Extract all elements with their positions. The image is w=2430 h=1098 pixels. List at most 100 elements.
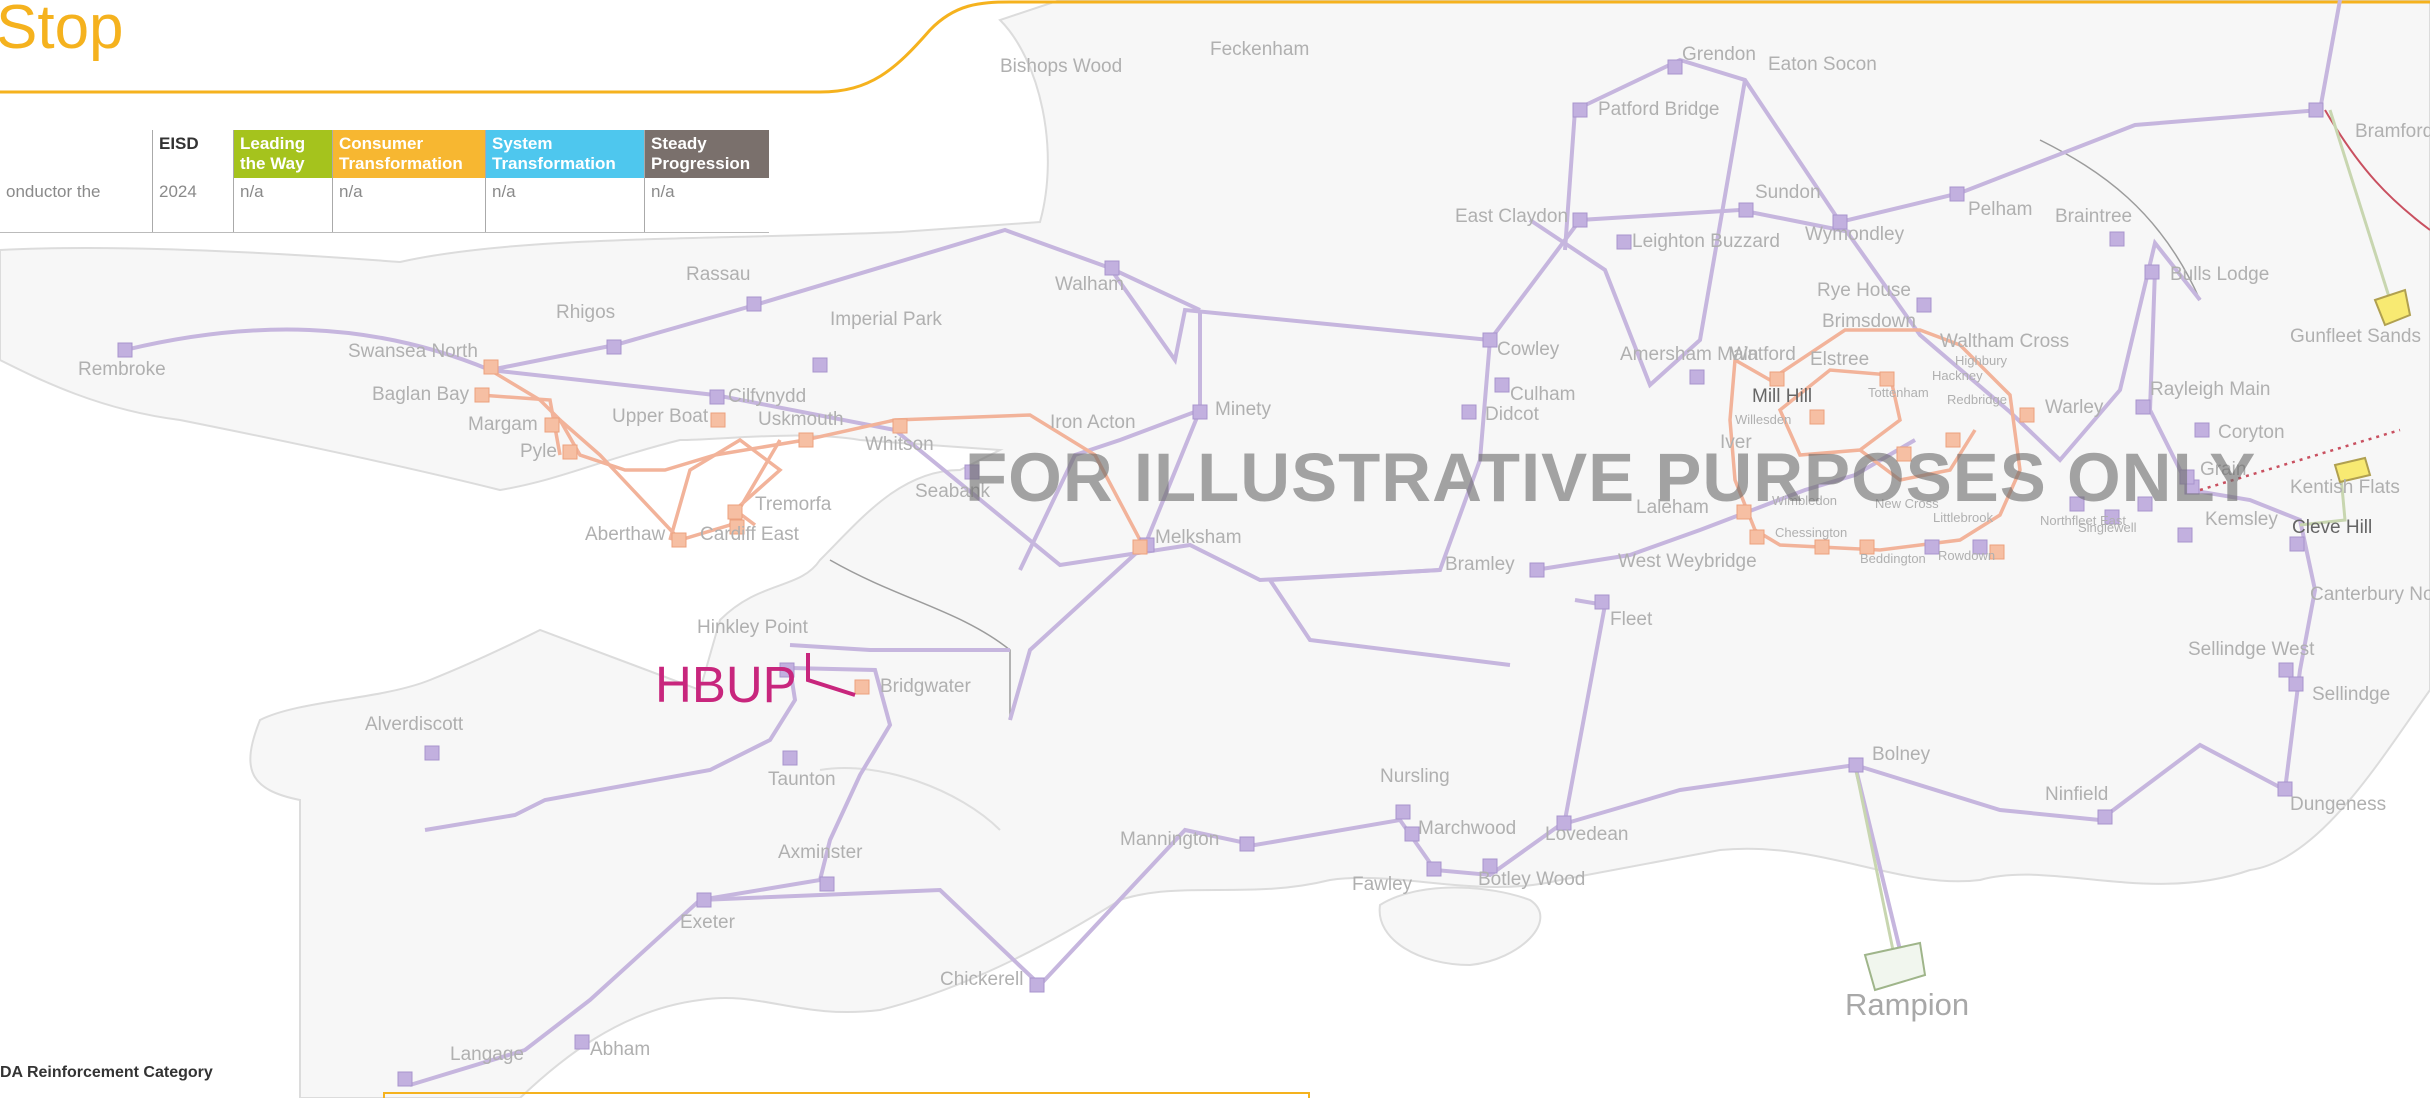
table-cell: onductor the [0, 178, 153, 233]
substation-label: Patford Bridge [1598, 99, 1719, 120]
substation-label: Bolney [1872, 744, 1931, 765]
substation-label: Highbury [1955, 353, 2008, 368]
table-header-blank [0, 130, 153, 178]
substation-label: Chessington [1775, 525, 1847, 540]
substation-label: Rye House [1817, 280, 1911, 301]
substation-label: Aberthaw [585, 524, 666, 545]
substation-label: East Claydon [1455, 206, 1568, 227]
substation-label: Redbridge [1947, 392, 2007, 407]
substation-label: Rembroke [78, 359, 166, 380]
substation-label: Minety [1215, 399, 1271, 420]
watermark-text: FOR ILLUSTRATIVE PURPOSES ONLY [965, 439, 2257, 516]
substation-label: Alverdiscott [365, 714, 464, 735]
substation-label: Culham [1510, 384, 1575, 405]
substation-label: Bramley [1445, 554, 1515, 575]
substation-label: Ninfield [2045, 784, 2108, 805]
substation-label: Whitson [865, 434, 934, 455]
substation-label: Dungeness [2290, 794, 2386, 815]
substation-label: Iron Acton [1050, 412, 1136, 433]
substation-label: Rayleigh Main [2150, 379, 2270, 400]
substation-label: Imperial Park [830, 309, 942, 330]
substation-label: Langage [450, 1044, 524, 1065]
substation-label: Axminster [778, 842, 863, 863]
table-header-leading-the-way: Leading the Way [233, 130, 333, 178]
scenario-table: EISD Leading the Way Consumer Transforma… [0, 130, 769, 233]
substation-label: Exeter [680, 912, 736, 933]
substation-label: Bramford [2355, 121, 2430, 142]
substation-label: Tottenham [1868, 385, 1929, 400]
substation-label: Baglan Bay [372, 384, 470, 405]
substation-label: Feckenham [1210, 39, 1309, 60]
substation-label: Hackney [1932, 368, 1983, 383]
substation-label: Upper Boat [612, 406, 709, 427]
isle-of-wight [1378, 886, 1542, 967]
windfarm-icon [1863, 941, 1927, 992]
substation-label: Leighton Buzzard [1632, 231, 1780, 252]
table-cell: n/a [332, 178, 486, 233]
substation-label: Chickerell [940, 969, 1023, 990]
substation-label: Eaton Socon [1768, 54, 1877, 75]
substation-label: West Weybridge [1618, 551, 1757, 572]
substation-label: Fleet [1610, 609, 1653, 630]
table-header-system-transformation: System Transformation [485, 130, 645, 178]
table-cell: n/a [485, 178, 645, 233]
substation-label: Margam [468, 414, 538, 435]
substation-label: Tremorfa [755, 494, 832, 515]
substation-label: Grendon [1682, 44, 1756, 65]
table-cell: n/a [233, 178, 333, 233]
substation-label: Warley [2045, 397, 2104, 418]
substation-label: Watford [1730, 344, 1796, 365]
table-header-eisd: EISD [152, 130, 234, 178]
substation-label: Canterbury North [2310, 584, 2430, 605]
substation-label: Elstree [1810, 349, 1869, 370]
substation-label: Sundon [1755, 182, 1821, 203]
substation-label: Bridgwater [880, 676, 971, 697]
substation-label: Waltham Cross [1940, 331, 2069, 352]
substation-label: Abham [590, 1039, 650, 1060]
substation-label: Singlewell [2078, 520, 2137, 535]
substation-label: Wymondley [1805, 224, 1905, 245]
substation-label: Cilfynydd [728, 386, 806, 407]
substation-label: Sellindge [2312, 684, 2390, 705]
substation-label: Uskmouth [758, 409, 844, 430]
substation-label: Bulls Lodge [2170, 264, 2269, 285]
substation-label: Mannington [1120, 829, 1219, 850]
page-title: Stop [0, 0, 124, 62]
substation-label: Sellindge West [2188, 639, 2315, 660]
table-header-steady-progression: Steady Progression [644, 130, 769, 178]
substation-label: Rampion [1845, 987, 1969, 1022]
substation-label: Cleve Hill [2292, 517, 2372, 538]
substation-label: Braintree [2055, 206, 2132, 227]
substation-label: Lovedean [1545, 824, 1628, 845]
table-header-consumer-transformation: Consumer Transformation [332, 130, 486, 178]
substation-label: Melksham [1155, 527, 1242, 548]
substation-label: Rassau [686, 264, 750, 285]
substation-label: Swansea North [348, 341, 478, 362]
substation-label: Bishops Wood [1000, 56, 1122, 77]
substation-label: Didcot [1485, 404, 1540, 425]
substation-label: Pyle [520, 441, 557, 462]
table-row: onductor the 2024 n/a n/a n/a n/a [0, 178, 769, 233]
substation-label: Taunton [768, 769, 836, 790]
substation-label: Rowdown [1938, 548, 1995, 563]
substation-label: Pelham [1968, 199, 2032, 220]
substation-label: Nursling [1380, 766, 1450, 787]
substation-label: Mill Hill [1752, 386, 1812, 407]
substation-label: Gunfleet Sands [2290, 326, 2421, 347]
substation-label: Cowley [1497, 339, 1560, 360]
table-cell: 2024 [152, 178, 234, 233]
substation-label: Beddington [1860, 551, 1926, 566]
legend-caption: DA Reinforcement Category [0, 1064, 213, 1081]
substation-label: Marchwood [1418, 818, 1516, 839]
substation-label: Walham [1055, 274, 1124, 295]
hbup-label: HBUP [655, 656, 797, 713]
substation-label: Botley Wood [1478, 869, 1585, 890]
substation-label: Kentish Flats [2290, 477, 2400, 498]
substation-label: Hinkley Point [697, 617, 809, 638]
substation-label: Willesden [1735, 412, 1791, 427]
substation-label: Brimsdown [1822, 311, 1916, 332]
substation-label: Fawley [1352, 874, 1413, 895]
substation-label: Rhigos [556, 302, 615, 323]
table-cell: n/a [644, 178, 769, 233]
substation-label: Cardiff East [700, 524, 800, 545]
